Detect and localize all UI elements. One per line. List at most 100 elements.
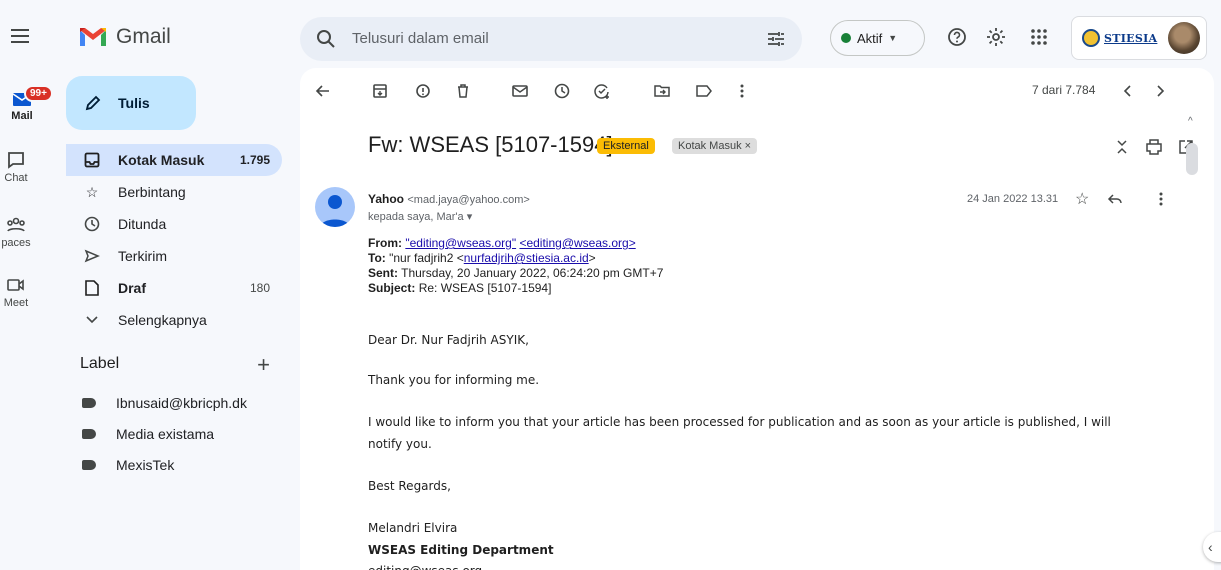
- search-options-icon[interactable]: [766, 29, 786, 49]
- rail-spaces-label: paces: [1, 237, 31, 249]
- signature-email-link[interactable]: editing@wseas.org: [368, 561, 1168, 570]
- search-bar[interactable]: Telusuri dalam email: [300, 17, 802, 61]
- account-switcher[interactable]: STIESIA: [1071, 16, 1207, 60]
- trash-icon: [458, 84, 468, 98]
- chevron-right-icon: [1157, 85, 1165, 97]
- to-email-link[interactable]: nurfadjrih@stiesia.ac.id: [464, 251, 589, 265]
- unread-badge: 99+: [24, 85, 53, 102]
- help-button[interactable]: [946, 26, 968, 48]
- sender-avatar[interactable]: [315, 187, 355, 227]
- more-vert-icon: [1159, 192, 1163, 206]
- pagination-text: 7 dari 7.784: [1032, 83, 1096, 97]
- external-chip: Eksternal: [597, 138, 655, 154]
- nav-more[interactable]: Selengkapnya: [66, 304, 282, 336]
- status-label: Aktif: [857, 30, 883, 46]
- chevron-down-icon: [82, 316, 102, 324]
- label-outline-icon: [696, 85, 712, 97]
- search-icon[interactable]: [316, 29, 336, 49]
- gmail-logo[interactable]: Gmail: [78, 25, 171, 49]
- label-button[interactable]: [694, 81, 714, 101]
- from-email-link[interactable]: <editing@wseas.org>: [519, 236, 635, 250]
- signature-dept: WSEAS Editing Department: [368, 543, 554, 557]
- nav-snoozed[interactable]: Ditunda: [66, 208, 282, 240]
- compose-button[interactable]: Tulis: [66, 76, 196, 130]
- folder-nav: Kotak Masuk 1.795 ☆ Berbintang Ditunda T…: [66, 144, 282, 336]
- add-task-button[interactable]: [592, 81, 612, 101]
- rail-meet-label: Meet: [3, 297, 29, 309]
- rail-chat[interactable]: Chat: [0, 150, 38, 184]
- compose-label: Tulis: [118, 95, 150, 111]
- message-more-button[interactable]: [1151, 189, 1171, 209]
- recipient-details[interactable]: kepada saya, Mar'a ▾: [368, 210, 472, 223]
- label-item[interactable]: Media existama: [82, 418, 214, 450]
- subject-value: Re: WSEAS [5107-1594]: [418, 281, 552, 295]
- nav-inbox[interactable]: Kotak Masuk 1.795: [66, 144, 282, 176]
- move-to-button[interactable]: [652, 81, 672, 101]
- print-button[interactable]: [1144, 137, 1164, 157]
- nav-drafts-count: 180: [249, 281, 270, 295]
- more-actions-button[interactable]: [732, 81, 752, 101]
- star-icon: ☆: [85, 183, 99, 200]
- nav-sent[interactable]: Terkirim: [66, 240, 282, 272]
- email-regards: Best Regards,: [368, 479, 451, 493]
- expand-all-button[interactable]: [1112, 137, 1132, 157]
- settings-button[interactable]: [985, 26, 1007, 48]
- back-button[interactable]: [313, 81, 333, 101]
- reply-button[interactable]: [1105, 189, 1125, 209]
- labels-title: Label: [80, 355, 120, 372]
- scrollbar-thumb[interactable]: [1186, 143, 1198, 175]
- arrow-left-icon: [315, 85, 329, 97]
- status-dropdown[interactable]: Aktif ▼: [830, 20, 925, 56]
- clock-icon: [554, 83, 570, 99]
- avatar[interactable]: [1168, 22, 1200, 54]
- forwarded-header: From: "editing@wseas.org" <editing@wseas…: [368, 236, 663, 296]
- scroll-up-arrow[interactable]: ^: [1188, 116, 1193, 127]
- mail-outline-icon: [512, 85, 528, 97]
- label-name: Media existama: [116, 426, 215, 442]
- org-name: STIESIA: [1104, 31, 1158, 45]
- send-icon: [82, 248, 102, 264]
- from-label: From:: [368, 236, 402, 250]
- pencil-icon: [85, 95, 101, 111]
- main-menu-button[interactable]: [8, 24, 32, 48]
- label-name: MexisTek: [116, 457, 175, 473]
- label-item[interactable]: Ibnusaid@kbricph.dk: [82, 387, 247, 419]
- mark-unread-button[interactable]: [510, 81, 530, 101]
- snooze-button[interactable]: [552, 81, 572, 101]
- archive-button[interactable]: [370, 81, 390, 101]
- apps-button[interactable]: [1028, 26, 1050, 48]
- email-paragraph: notify you.: [368, 437, 432, 451]
- person-icon: [320, 195, 350, 227]
- nav-starred[interactable]: ☆ Berbintang: [66, 176, 282, 208]
- report-spam-button[interactable]: [413, 81, 433, 101]
- sender-email: <mad.jaya@yahoo.com>: [407, 194, 530, 206]
- label-tag-icon: [82, 398, 96, 408]
- nav-inbox-label: Kotak Masuk: [118, 152, 205, 168]
- nav-snoozed-label: Ditunda: [118, 216, 167, 232]
- rail-meet[interactable]: Meet: [0, 275, 38, 309]
- sender-name[interactable]: Yahoo: [368, 192, 404, 206]
- star-button[interactable]: ☆: [1075, 189, 1095, 209]
- nav-drafts[interactable]: Draf 180: [66, 272, 282, 304]
- nav-more-label: Selengkapnya: [118, 312, 207, 328]
- video-camera-icon: [7, 279, 24, 291]
- subject-label: Subject:: [368, 281, 416, 295]
- hamburger-icon: [11, 29, 29, 43]
- nav-sent-label: Terkirim: [118, 248, 167, 264]
- search-input[interactable]: Telusuri dalam email: [352, 30, 489, 47]
- inbox-label-chip[interactable]: Kotak Masuk ×: [672, 138, 758, 154]
- from-name-link[interactable]: "editing@wseas.org": [405, 236, 516, 250]
- newer-button[interactable]: [1118, 81, 1138, 101]
- label-item[interactable]: MexisTek: [82, 449, 174, 481]
- rail-mail-label: Mail: [11, 110, 33, 122]
- delete-button[interactable]: [453, 81, 473, 101]
- alert-icon: [416, 84, 430, 98]
- sent-label: Sent:: [368, 266, 398, 280]
- older-button[interactable]: [1150, 81, 1170, 101]
- nav-starred-label: Berbintang: [118, 184, 186, 200]
- clock-icon: [82, 216, 102, 232]
- add-label-button[interactable]: +: [257, 352, 270, 378]
- rail-spaces[interactable]: paces: [0, 215, 38, 249]
- email-greeting: Dear Dr. Nur Fadjrih ASYIK,: [368, 333, 529, 347]
- gmail-m-icon: [80, 28, 106, 46]
